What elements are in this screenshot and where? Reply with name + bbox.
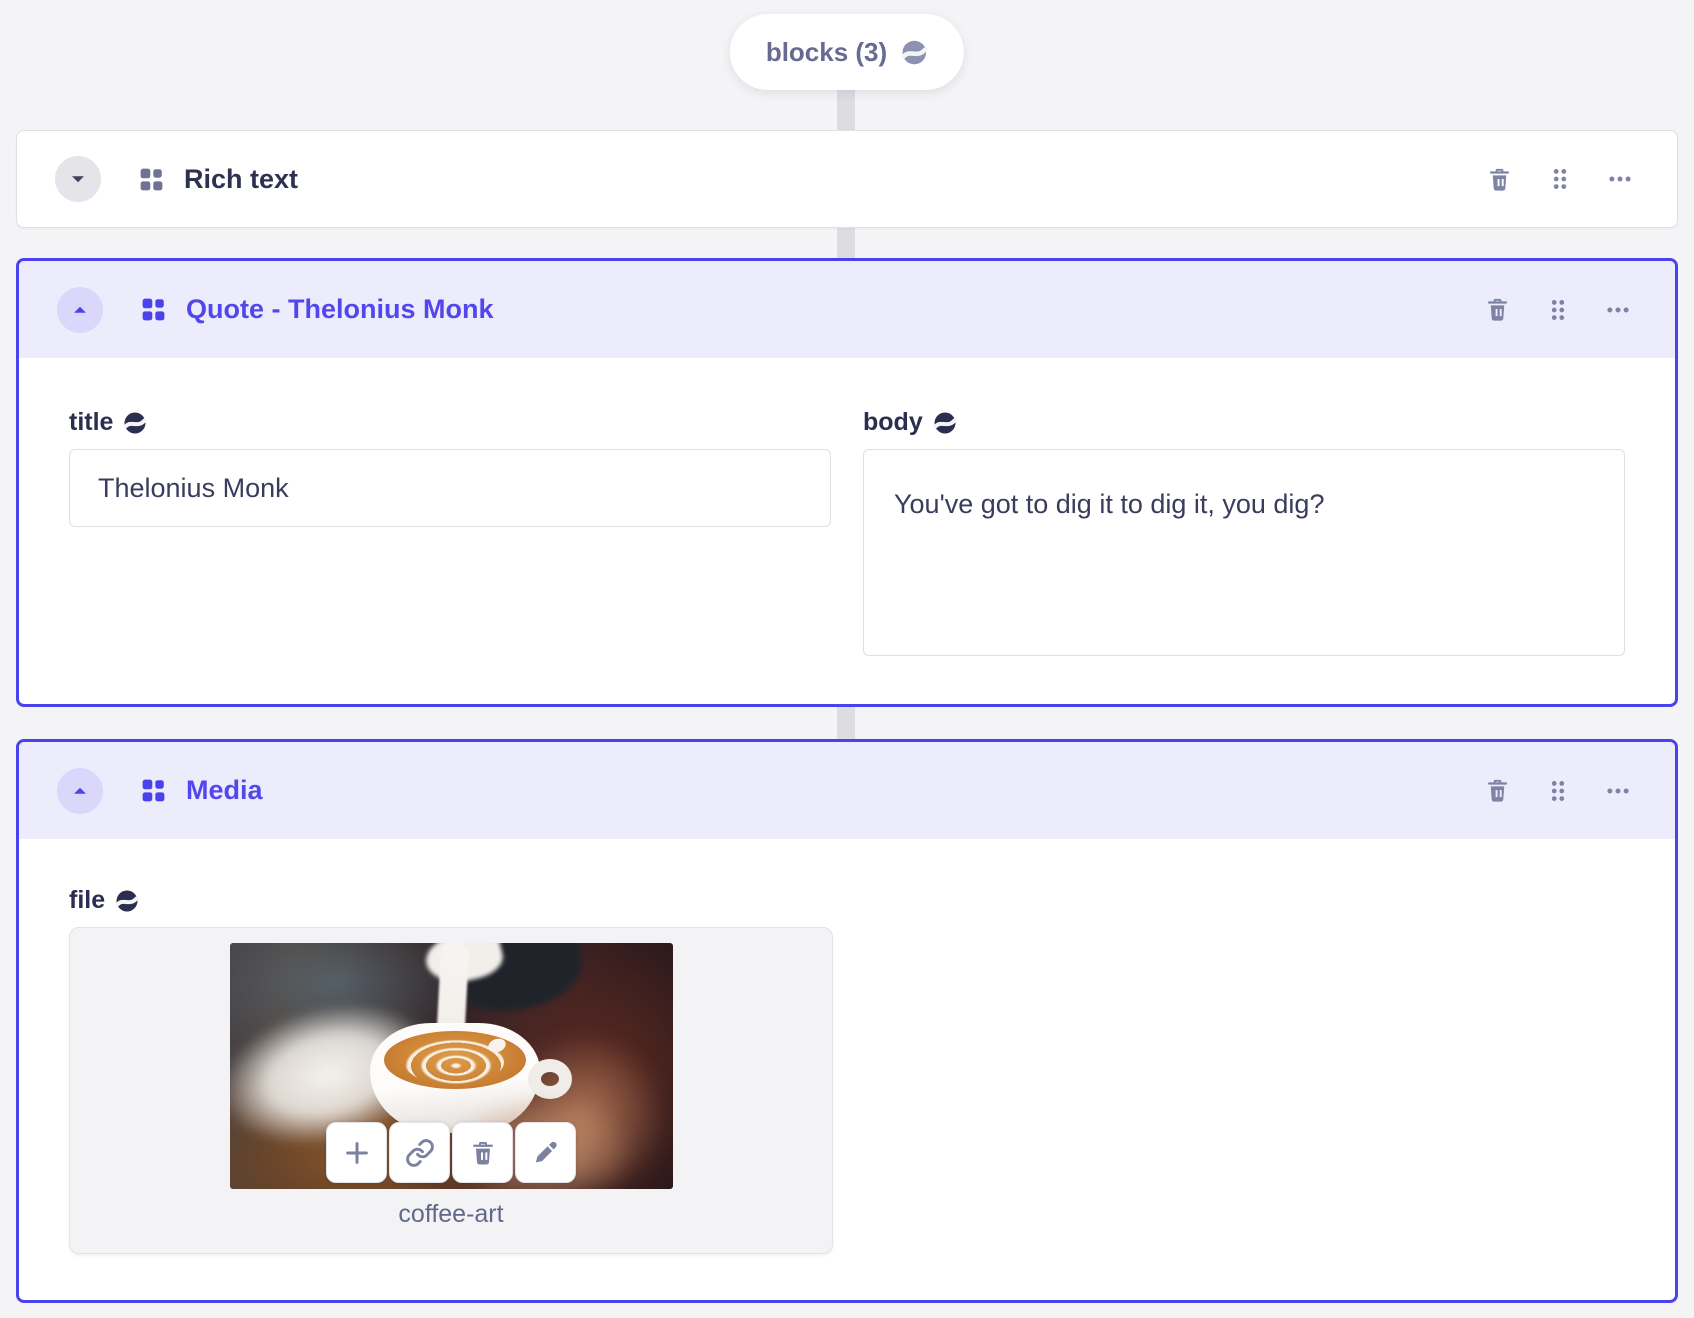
link-file-button[interactable] <box>389 1122 450 1183</box>
block-card-quote: Quote - Thelonius Monk title Thelonius M… <box>16 258 1678 707</box>
blocks-grid-icon <box>137 165 166 194</box>
chevron-up-icon <box>69 780 91 802</box>
block-card-rich-text: Rich text <box>16 130 1678 228</box>
block-card-media: Media file coffee-art <box>16 739 1678 1303</box>
body-textarea[interactable]: You've got to dig it to dig it, you dig? <box>863 449 1625 656</box>
trash-icon <box>1484 777 1511 804</box>
chevron-down-icon <box>67 168 89 190</box>
blocks-grid-icon <box>139 295 168 324</box>
move-block-handle[interactable] <box>1545 297 1571 323</box>
expand-toggle-button[interactable] <box>55 156 101 202</box>
body-field: body You've got to dig it to dig it, you… <box>863 408 1625 661</box>
field-label-title: title <box>69 408 831 437</box>
ellipsis-icon <box>1605 297 1631 323</box>
ellipsis-icon <box>1607 166 1633 192</box>
more-options-button[interactable] <box>1605 778 1631 804</box>
translatable-globe-icon <box>115 889 139 913</box>
block-title: Quote - Thelonius Monk <box>186 294 494 324</box>
trash-icon <box>1486 166 1513 193</box>
edit-file-button[interactable] <box>515 1122 576 1183</box>
file-field-card: coffee-art <box>69 927 833 1254</box>
title-input[interactable] <box>69 449 831 527</box>
block-header-rich-text[interactable]: Rich text <box>17 131 1677 227</box>
move-block-handle[interactable] <box>1545 778 1571 804</box>
block-actions <box>1486 166 1633 193</box>
ellipsis-icon <box>1605 778 1631 804</box>
file-name-caption: coffee-art <box>398 1200 504 1228</box>
add-file-button[interactable] <box>326 1122 387 1183</box>
chevron-up-icon <box>69 299 91 321</box>
drag-dots-icon <box>1545 297 1571 323</box>
field-label-text: file <box>69 886 106 914</box>
plus-icon <box>342 1138 372 1168</box>
move-block-handle[interactable] <box>1547 166 1573 192</box>
quote-block-fields: title body You've got to dig it to dig i… <box>19 358 1675 661</box>
block-actions <box>1484 296 1631 323</box>
translatable-globe-icon <box>933 411 957 435</box>
matrix-field-editor: blocks (3) Rich text Quote - Thelonius M… <box>0 0 1694 1318</box>
block-header-quote[interactable]: Quote - Thelonius Monk <box>19 261 1675 358</box>
blocks-grid-icon <box>139 776 168 805</box>
field-label-file: file <box>69 886 1625 915</box>
collapse-toggle-button[interactable] <box>57 286 103 333</box>
block-title: Rich text <box>184 163 299 194</box>
translatable-globe-icon <box>123 411 147 435</box>
block-header-media[interactable]: Media <box>19 742 1675 839</box>
delete-block-button[interactable] <box>1484 777 1511 804</box>
collapse-toggle-button[interactable] <box>57 767 103 814</box>
drag-dots-icon <box>1547 166 1573 192</box>
title-field: title <box>69 408 831 527</box>
globe-icon <box>901 39 928 66</box>
remove-file-button[interactable] <box>452 1122 513 1183</box>
field-label-text: body <box>863 408 923 436</box>
trash-icon <box>1484 296 1511 323</box>
file-toolbar <box>326 1122 576 1183</box>
more-options-button[interactable] <box>1605 297 1631 323</box>
link-icon <box>405 1138 435 1168</box>
field-label-text: title <box>69 408 114 436</box>
pencil-icon <box>531 1138 560 1167</box>
file-preview <box>229 943 673 1189</box>
delete-block-button[interactable] <box>1486 166 1513 193</box>
delete-block-button[interactable] <box>1484 296 1511 323</box>
blocks-count-label: blocks (3) <box>765 36 888 67</box>
trash-icon <box>469 1139 497 1167</box>
drag-dots-icon <box>1545 778 1571 804</box>
block-actions <box>1484 777 1631 804</box>
field-label-body: body <box>863 408 1625 437</box>
blocks-count-pill[interactable]: blocks (3) <box>729 14 965 90</box>
block-title: Media <box>186 775 263 805</box>
media-block-fields: file coffee-art <box>19 839 1675 1254</box>
more-options-button[interactable] <box>1607 166 1633 192</box>
